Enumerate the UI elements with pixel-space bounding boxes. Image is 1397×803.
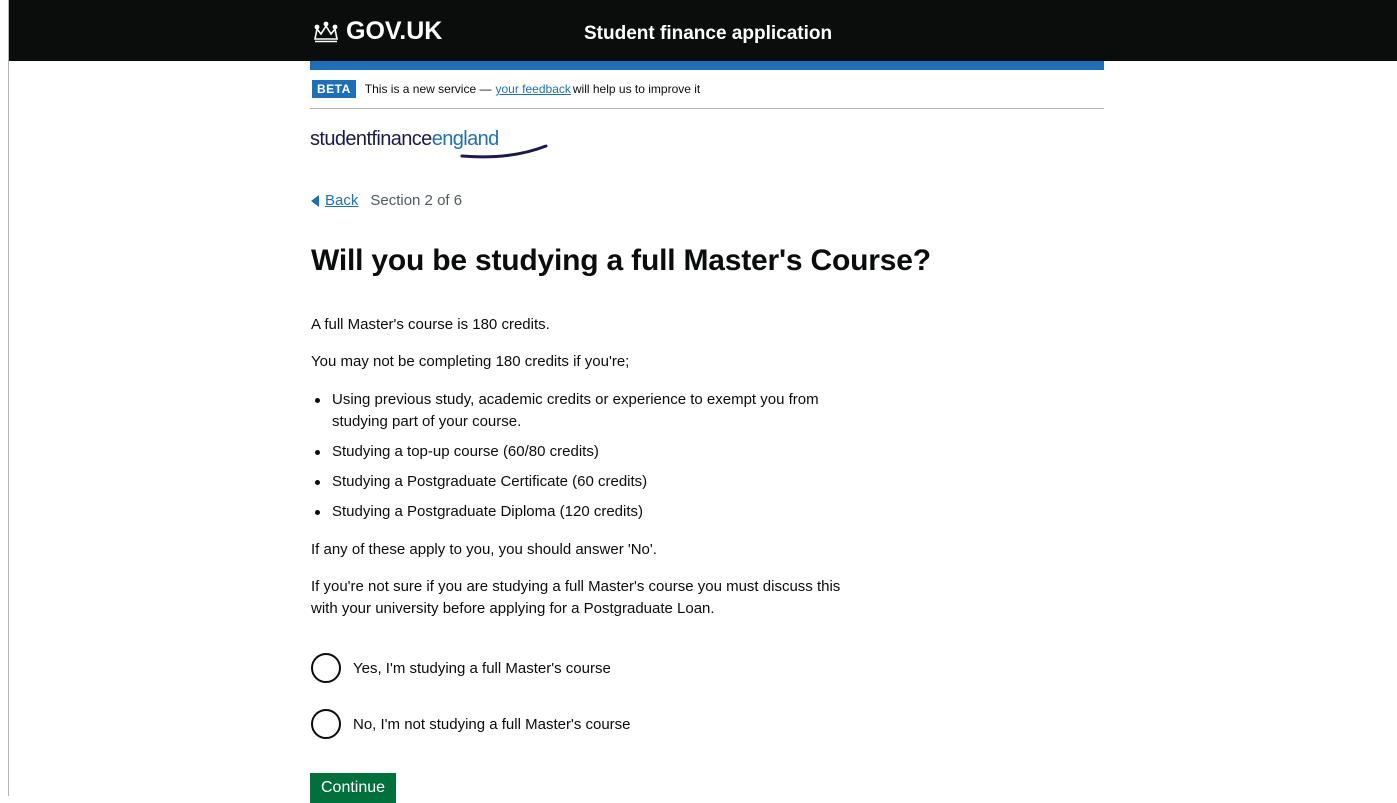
list-item: Using previous study, academic credits o… (311, 389, 871, 433)
crown-icon (314, 21, 338, 42)
list-item: Studying a top-up course (60/80 credits) (311, 441, 871, 463)
radio-option-yes[interactable]: Yes, I'm studying a full Master's course (311, 653, 611, 683)
header-blue-bar (310, 61, 1104, 70)
section-progress: Section 2 of 6 (370, 192, 463, 209)
list-item: Studying a Postgraduate Diploma (120 cre… (311, 501, 871, 523)
phase-banner: BETA This is a new service — your feedba… (310, 70, 1104, 109)
student-finance-england-logo: studentfinanceengland (310, 128, 550, 160)
radio-yes-input[interactable] (311, 653, 341, 683)
feedback-link[interactable]: your feedback (495, 82, 570, 96)
intro-text: A full Master's course is 180 credits. (311, 316, 550, 333)
radio-no-input[interactable] (311, 709, 341, 739)
govuk-header: GOV.UK Student finance application (9, 0, 1397, 61)
radio-option-no[interactable]: No, I'm not studying a full Master's cou… (311, 709, 631, 739)
unsure-note: If you're not sure if you are studying a… (311, 578, 841, 617)
exemption-list: Using previous study, academic credits o… (311, 389, 871, 531)
back-link[interactable]: Back (325, 192, 358, 209)
beta-text-before: This is a new service — (364, 82, 492, 96)
apply-note: If any of these apply to you, you should… (311, 541, 657, 558)
sfe-swoosh-icon (460, 144, 548, 159)
continue-button[interactable]: Continue (310, 773, 397, 803)
sfe-logo-part1: studentfinance (310, 128, 432, 150)
back-row: Back Section 2 of 6 (311, 192, 462, 209)
page-left-border (8, 0, 9, 796)
radio-yes-label: Yes, I'm studying a full Master's course (353, 659, 611, 677)
beta-text-after: will help us to improve it (572, 82, 701, 96)
back-arrow-icon (311, 194, 319, 207)
govuk-logo-text: GOV.UK (346, 17, 443, 45)
radio-no-label: No, I'm not studying a full Master's cou… (353, 715, 631, 733)
beta-tag: BETA (312, 80, 356, 98)
service-name-link[interactable]: Student finance application (584, 24, 832, 43)
lead-in-text: You may not be completing 180 credits if… (311, 353, 630, 370)
govuk-logo-link[interactable]: GOV.UK (312, 19, 442, 44)
list-item: Studying a Postgraduate Certificate (60 … (311, 471, 871, 493)
page-heading: Will you be studying a full Master's Cou… (311, 244, 931, 277)
